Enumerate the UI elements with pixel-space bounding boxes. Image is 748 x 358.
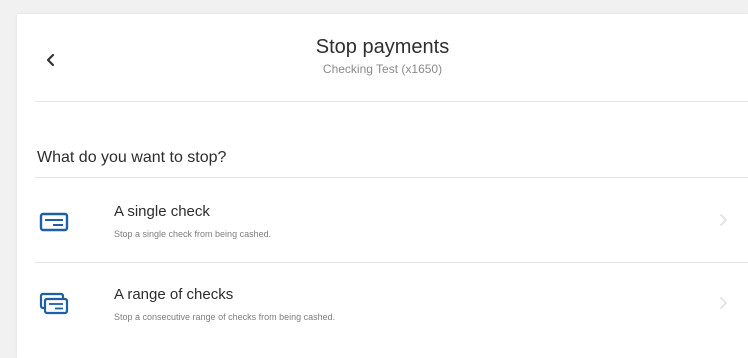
header-divider	[35, 101, 748, 102]
chevron-right-icon	[720, 297, 727, 309]
account-subtitle: Checking Test (x1650)	[322, 62, 443, 76]
question-heading: What do you want to stop?	[37, 149, 227, 166]
panel-header: Stop payments Checking Test (x1650)	[17, 14, 748, 102]
stop-payments-panel: Stop payments Checking Test (x1650) What…	[17, 14, 748, 358]
chevron-right-icon	[720, 214, 727, 226]
page-title: Stop payments	[315, 36, 450, 58]
single-check-icon	[39, 212, 69, 232]
option-description: Stop a single check from being cashed.	[114, 229, 272, 239]
header-titles: Stop payments Checking Test (x1650)	[17, 34, 748, 77]
option-title: A single check	[114, 203, 210, 220]
option-single-check[interactable]: A single check Stop a single check from …	[17, 178, 748, 262]
check-range-icon	[39, 292, 69, 315]
option-range-of-checks[interactable]: A range of checks Stop a consecutive ran…	[17, 263, 748, 347]
option-title: A range of checks	[114, 286, 234, 303]
option-description: Stop a consecutive range of checks from …	[114, 312, 336, 322]
